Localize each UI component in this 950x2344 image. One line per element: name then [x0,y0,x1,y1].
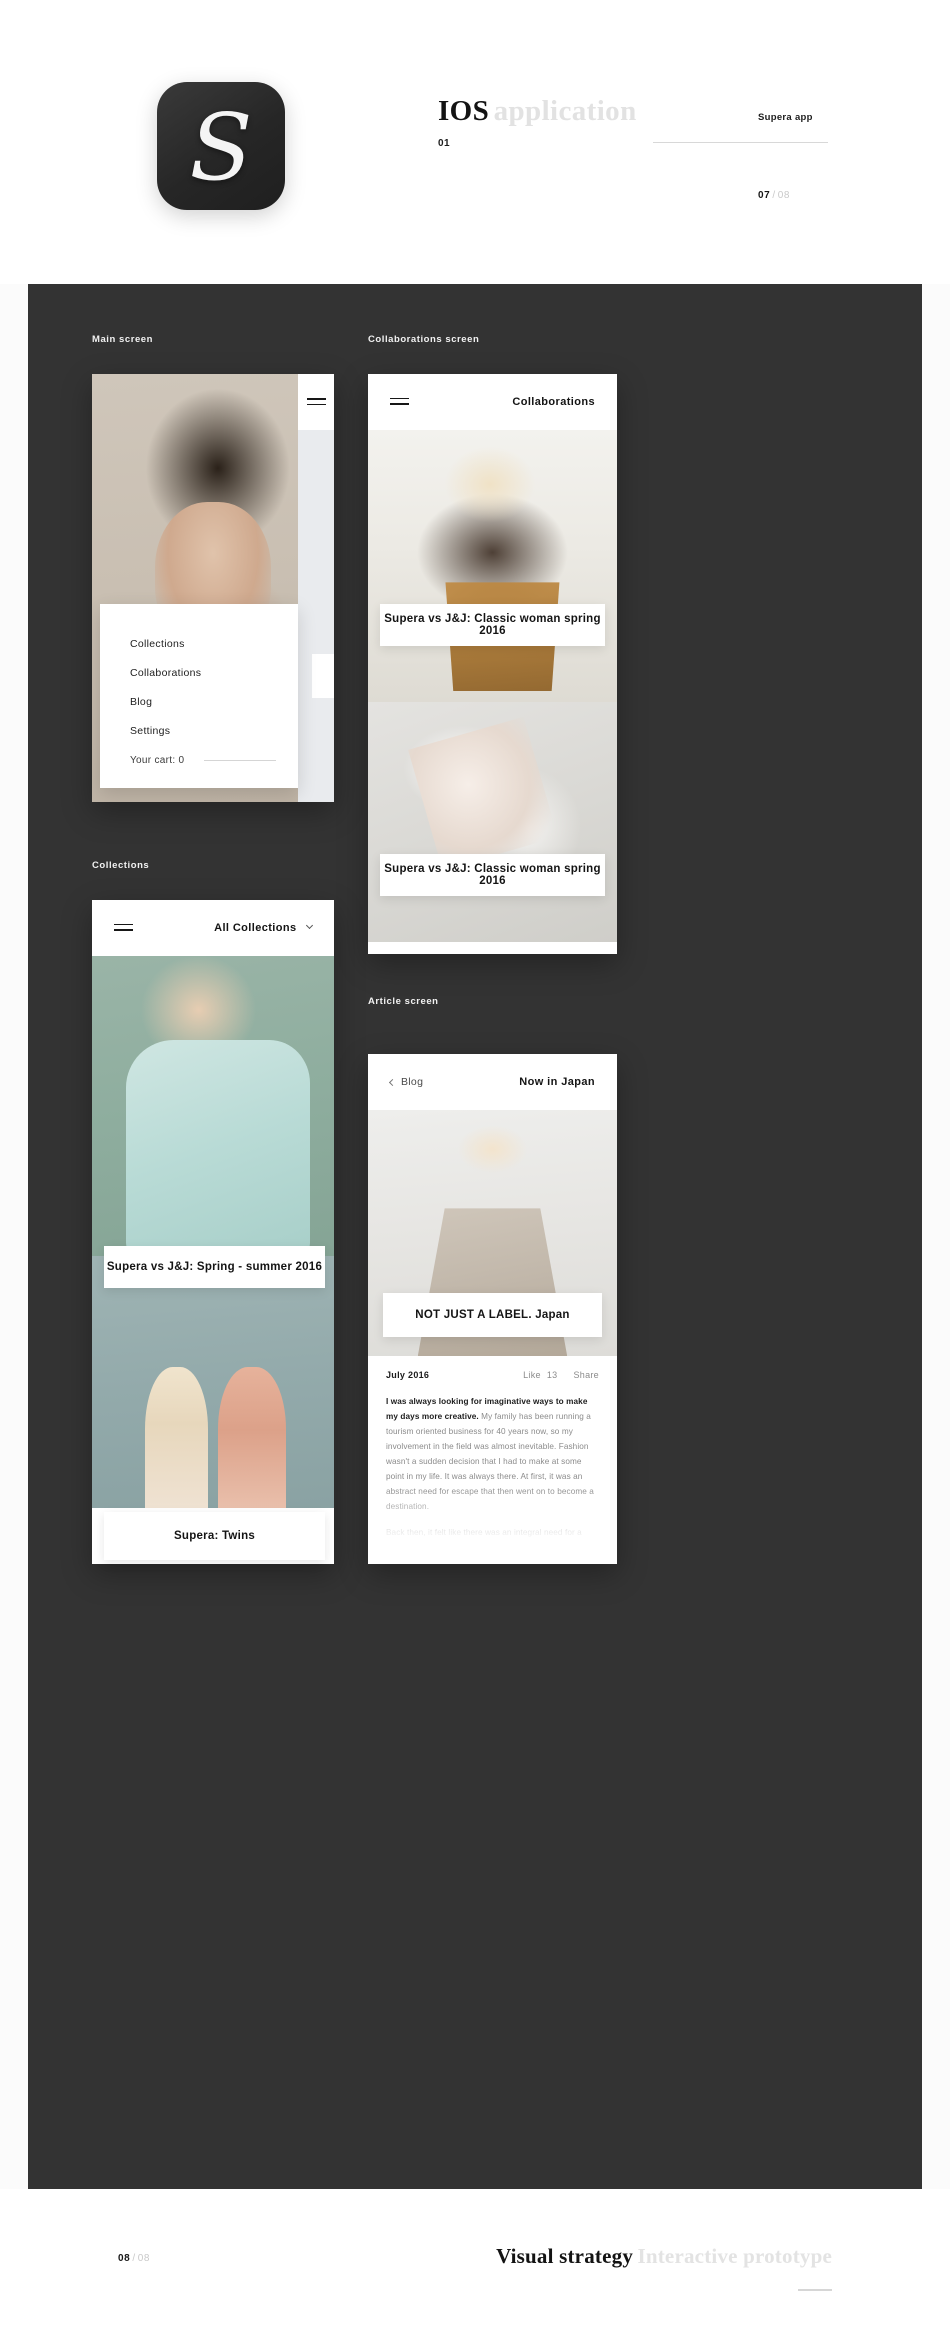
header-pager-current: 07 [758,190,771,201]
cart-label: Your cart: 0 [130,755,185,766]
header-pager-separator: / [772,190,776,201]
article-date: July 2016 [386,1370,430,1380]
menu-item-blog[interactable]: Blog [130,696,298,708]
footer-pager-current: 08 [118,2253,131,2264]
collaboration-caption-text: Supera vs J&J: Classic woman spring 2016 [384,863,601,887]
collaboration-caption-card[interactable]: Supera vs J&J: Classic woman spring 2016 [380,854,605,896]
collections-filter-label: All Collections [214,922,297,934]
article-title: Now in Japan [519,1076,595,1088]
article-hero-caption-card[interactable]: NOT JUST A LABEL. Japan [383,1293,602,1337]
hamburger-icon[interactable] [114,922,133,935]
label-collections: Collections [92,860,150,871]
article-paragraph-1: I was always looking for imaginative way… [386,1394,599,1514]
cart-divider [204,760,276,761]
back-to-blog-button[interactable]: Blog [388,1076,424,1088]
main-menu-card: Collections Collaborations Blog Settings… [100,604,298,788]
collection-caption-card[interactable]: Supera vs J&J: Spring - summer 2016 [104,1246,325,1288]
header-pager-total: 08 [777,190,791,201]
collection-caption-text: Supera vs J&J: Spring - summer 2016 [106,1261,323,1273]
label-main-screen: Main screen [92,334,153,345]
footer-pager: 08/08 [118,2253,150,2264]
collection-photo-2[interactable] [92,1256,334,1508]
app-icon: S [157,82,285,210]
side-panel-tab[interactable] [312,654,334,698]
collaborations-topbar: Collaborations [368,374,617,430]
collaboration-photo-1[interactable] [368,430,617,702]
collections-filter[interactable]: All Collections [214,921,314,934]
cart-row[interactable]: Your cart: 0 [130,755,276,766]
footer-pager-separator: / [132,2253,136,2264]
menu-item-collaborations[interactable]: Collaborations [130,667,298,679]
collaboration-caption-text: Supera vs J&J: Classic woman spring 2016 [384,613,601,637]
chevron-left-icon [388,1078,397,1086]
share-button[interactable]: Share [573,1370,599,1380]
article-actions: Like 13 Share [523,1370,599,1380]
collection-photo-1[interactable] [92,956,334,1256]
collaboration-caption-card[interactable]: Supera vs J&J: Classic woman spring 2016 [380,604,605,646]
article-topbar: Blog Now in Japan [368,1054,617,1110]
header-divider [653,142,828,143]
like-label: Like [523,1370,541,1380]
article-hero-caption-text: NOT JUST A LABEL. Japan [415,1309,570,1321]
section-number: 01 [438,138,451,149]
article-paragraph-1-rest: My family has been running a tourism ori… [386,1412,594,1511]
menu-item-collections[interactable]: Collections [130,638,298,650]
phone-collections-screen: All Collections [92,900,334,1564]
collections-topbar: All Collections [92,900,334,956]
page-header: S IOS application 01 Supera app 07/08 [0,0,950,284]
footer-title-strong: Visual strategy [496,2244,634,2268]
back-label: Blog [401,1076,424,1088]
collection-caption-card[interactable]: Supera: Twins [104,1512,325,1560]
like-button[interactable]: Like 13 [523,1370,557,1380]
article-paragraph-2: Back then, it felt like there was an int… [386,1528,592,1564]
footer-pager-total: 08 [137,2253,151,2264]
page-title-weak: application [493,95,637,127]
side-panel-body [298,430,334,802]
hamburger-icon[interactable] [307,396,326,409]
chevron-down-icon [305,921,314,930]
footer-title: Visual strategy Interactive prototype [496,2244,832,2269]
collaborations-title: Collaborations [512,396,595,408]
page-footer: 08/08 Visual strategy Interactive protot… [0,2189,950,2344]
page-title-strong: IOS [438,95,490,127]
app-icon-letter: S [189,94,253,201]
header-pager: 07/08 [758,190,790,201]
menu-item-settings[interactable]: Settings [130,725,298,737]
main-menu-list: Collections Collaborations Blog Settings [100,604,298,737]
project-name: Supera app [758,112,813,123]
showcase-board: Main screen Collaborations screen Collec… [28,284,922,2189]
label-collaborations-screen: Collaborations screen [368,334,480,345]
main-screen-side-panel [298,374,334,802]
hamburger-icon[interactable] [390,396,409,409]
article-meta-row: July 2016 Like 13 Share [368,1356,617,1390]
article-body: I was always looking for imaginative way… [368,1390,617,1564]
footer-title-weak: Interactive prototype [637,2244,832,2268]
footer-divider [798,2289,832,2291]
collaboration-photo-2[interactable] [368,702,617,942]
phone-main-screen: Collections Collaborations Blog Settings… [92,374,334,802]
collection-caption-text: Supera: Twins [174,1530,255,1542]
like-count: 13 [546,1370,558,1380]
presentation-page: S IOS application 01 Supera app 07/08 Ma… [0,0,950,2344]
page-title: IOS application [438,95,637,128]
label-article-screen: Article screen [368,996,439,1007]
